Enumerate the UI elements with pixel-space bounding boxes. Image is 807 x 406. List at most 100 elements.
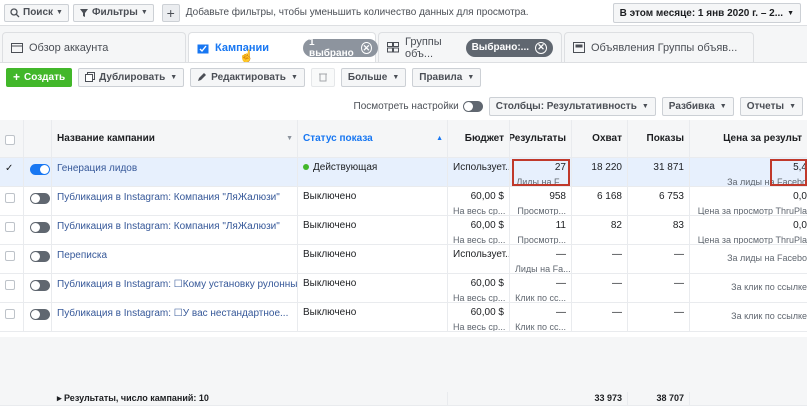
tab-account-overview[interactable]: Обзор аккаунта xyxy=(2,32,186,62)
col-reach[interactable]: Охват xyxy=(572,120,628,157)
results-value: 11 xyxy=(555,220,566,231)
add-filter-button[interactable]: + xyxy=(161,3,180,22)
campaign-name-link[interactable]: Переписка xyxy=(57,250,107,261)
cost-cell: За клик по ссылке xyxy=(690,303,807,331)
campaign-name-cell: Публикация в Instagram: Компания "ЛяЖалю… xyxy=(52,187,298,215)
impressions-value: — xyxy=(674,278,684,289)
status-text: Выключено xyxy=(303,249,357,260)
campaign-name-link[interactable]: Генерация лидов xyxy=(57,163,137,174)
view-toolbar: Посмотреть настройки Столбцы: Результати… xyxy=(354,96,803,116)
clear-selection-icon[interactable]: ✕ xyxy=(361,42,372,54)
clear-selection-icon[interactable]: ✕ xyxy=(535,41,547,54)
status-dot-icon xyxy=(303,164,309,170)
campaign-toggle[interactable] xyxy=(30,193,50,204)
row-checkbox[interactable] xyxy=(5,222,15,232)
col-label: Охват xyxy=(592,133,622,144)
campaign-toggle[interactable] xyxy=(30,164,50,175)
selected-count-pill[interactable]: 1 выбрано ✕ xyxy=(303,37,378,59)
status-text: Действующая xyxy=(313,162,378,173)
campaign-toggle[interactable] xyxy=(30,280,50,291)
col-label: Название кампании xyxy=(57,133,155,144)
tab-ad-sets[interactable]: Группы объ... Выбрано:... ✕ xyxy=(378,32,562,62)
chevron-down-icon: ▼ xyxy=(719,102,727,110)
create-button[interactable]: + Создать xyxy=(6,67,73,87)
reach-cell: 6 168 xyxy=(572,187,628,215)
impressions-cell: — xyxy=(628,303,690,331)
results-cell: 11 Просмотр... xyxy=(510,216,572,244)
col-results[interactable]: Результаты xyxy=(510,120,572,157)
impressions-cell: 31 871 xyxy=(628,158,690,186)
reach-value: 82 xyxy=(610,220,622,231)
col-name[interactable]: Название кампании ▼ xyxy=(52,120,298,157)
search-icon xyxy=(10,7,20,17)
pencil-icon xyxy=(198,73,207,81)
campaign-name-link[interactable]: Публикация в Instagram: ☐У вас нестандар… xyxy=(57,308,288,319)
impressions-cell: 83 xyxy=(628,216,690,244)
select-all-checkbox[interactable] xyxy=(5,134,15,145)
campaign-toggle[interactable] xyxy=(30,222,50,233)
filter-icon xyxy=(79,8,88,17)
table-row[interactable]: Переписка Выключено Использует... — Лиды на … xyxy=(0,245,807,274)
reports-button[interactable]: Отчеты ▼ xyxy=(739,96,803,116)
results-value: — xyxy=(556,249,566,260)
cost-sub: Цена за просмотр ThruPla xyxy=(697,235,807,244)
breakdown-label: Разбивка xyxy=(668,100,715,112)
cost-highlight-box xyxy=(770,159,807,186)
delete-button[interactable] xyxy=(310,67,335,87)
cost-cell: 0,0 Цена за просмотр ThruPla xyxy=(690,216,807,244)
reach-value: 18 220 xyxy=(591,162,622,173)
edit-button[interactable]: Редактировать ▼ xyxy=(190,67,305,87)
edit-label: Редактировать xyxy=(211,71,286,83)
campaign-name-link[interactable]: Публикация в Instagram: ☐Кому установку … xyxy=(57,279,297,290)
table-row[interactable]: Публикация в Instagram: Компания "ЛяЖалю… xyxy=(0,216,807,245)
results-cell: — Клик по сс... xyxy=(510,303,572,331)
status-cell: Выключено xyxy=(298,187,448,215)
table-row[interactable]: Публикация в Instagram: ☐У вас нестандар… xyxy=(0,303,807,332)
filters-button[interactable]: Фильтры ▼ xyxy=(72,3,154,22)
row-checkbox[interactable] xyxy=(5,193,15,203)
footer-text: Результаты, число кампаний: 10 xyxy=(64,393,209,403)
filter-hint: Добавьте фильтры, чтобы уменьшить количе… xyxy=(185,7,529,18)
campaign-name-link[interactable]: Публикация в Instagram: Компания "ЛяЖалю… xyxy=(57,192,280,203)
results-sub: Просмотр... xyxy=(517,206,566,215)
cost-sub: За клик по ссылке xyxy=(731,311,807,321)
results-sub: Лиды на Fa... xyxy=(515,264,571,273)
reach-value: 6 168 xyxy=(596,191,622,202)
row-checkbox[interactable] xyxy=(5,309,15,319)
budget-value: 60,00 $ xyxy=(470,191,504,202)
tab-campaigns[interactable]: Кампании ☝ 1 выбрано ✕ xyxy=(188,32,378,63)
col-impressions[interactable]: Показы xyxy=(628,120,690,157)
row-checkbox[interactable] xyxy=(5,251,15,261)
breakdown-button[interactable]: Разбивка ▼ xyxy=(661,96,734,116)
chevron-down-icon: ▼ xyxy=(286,135,293,142)
campaign-toggle[interactable] xyxy=(30,251,50,262)
impressions-value: 83 xyxy=(672,220,684,231)
table-row[interactable]: ✓ Генерация лидов Действующая Использует...… xyxy=(0,158,807,187)
columns-button[interactable]: Столбцы: Результативность ▼ xyxy=(488,96,656,116)
checkmark-icon[interactable]: ✓ xyxy=(5,163,13,174)
campaign-name-link[interactable]: Публикация в Instagram: Компания "ЛяЖалю… xyxy=(57,221,280,232)
row-select-cell xyxy=(0,245,24,273)
table-row[interactable]: Публикация в Instagram: ☐Кому установку … xyxy=(0,274,807,303)
col-cost[interactable]: Цена за результ xyxy=(690,120,807,157)
row-select-cell: ✓ xyxy=(0,158,24,186)
date-range-picker[interactable]: В этом месяце: 1 янв 2020 г. – 2... ▼ xyxy=(612,3,801,23)
campaign-toggle[interactable] xyxy=(30,309,50,320)
results-cell: — Лиды на Fa... xyxy=(510,245,572,273)
campaign-name-cell: Переписка xyxy=(52,245,298,273)
status-cell: Выключено xyxy=(298,245,448,273)
selected-count-pill[interactable]: Выбрано:... ✕ xyxy=(465,38,553,57)
row-checkbox[interactable] xyxy=(5,280,15,290)
reach-cell: 82 xyxy=(572,216,628,244)
budget-cell: 60,00 $ На весь ср... xyxy=(448,274,510,302)
col-budget[interactable]: Бюджет xyxy=(448,120,510,157)
tab-ads[interactable]: Объявления Группы объяв... xyxy=(564,32,754,62)
duplicate-button[interactable]: Дублировать ▼ xyxy=(78,67,185,87)
rules-button[interactable]: Правила ▼ xyxy=(412,67,482,87)
search-button[interactable]: Поиск ▼ xyxy=(4,3,69,22)
results-value: 958 xyxy=(549,191,566,202)
col-status[interactable]: Статус показа ▲ xyxy=(298,120,448,157)
more-button[interactable]: Больше ▼ xyxy=(340,67,407,87)
table-row[interactable]: Публикация в Instagram: Компания "ЛяЖалю… xyxy=(0,187,807,216)
view-settings-toggle[interactable] xyxy=(462,100,483,112)
